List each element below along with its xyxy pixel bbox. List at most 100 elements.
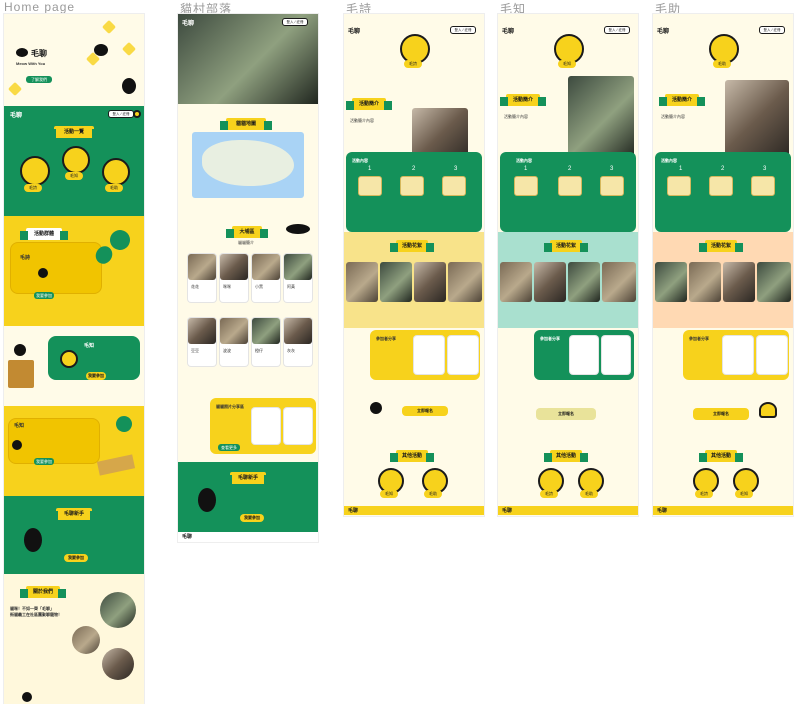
lucky-cat-illustration [198, 488, 216, 512]
cat-card[interactable]: 阿黃 [284, 254, 312, 302]
cat-illustration [14, 344, 26, 356]
box-illustration [8, 360, 34, 388]
step-number: 3 [610, 166, 614, 172]
cat-card[interactable]: 波波 [220, 318, 248, 366]
intro-badge-zhu[interactable] [102, 158, 130, 186]
home-newbie-section: 毛聊新手 我要參加 [4, 496, 144, 574]
step-number: 2 [721, 166, 725, 172]
signup-button[interactable]: 立即報名 [693, 408, 749, 420]
step-number: 1 [524, 166, 528, 172]
signup-button[interactable]: 立即報名 [402, 406, 448, 416]
intro-badge-zhi[interactable] [62, 146, 90, 174]
footer-logo[interactable]: 毛聊 [657, 507, 667, 514]
nav-logo[interactable]: 毛聊 [657, 26, 669, 35]
photo-share-panel: 貓貓照片分享區 查看更多 [210, 398, 316, 454]
login-button[interactable]: 登入 / 註冊 [282, 18, 308, 26]
cat-card[interactable]: 花花 [188, 254, 216, 302]
shi-join-button[interactable]: 我要參加 [34, 292, 54, 299]
footer: 毛聊 [344, 506, 484, 515]
nav-logo[interactable]: 毛聊 [182, 18, 194, 27]
gallery-photo [689, 262, 721, 302]
share-more-button[interactable]: 查看更多 [218, 444, 240, 451]
share-card[interactable] [602, 336, 630, 374]
home-frame: 毛聊 Meow With You 了解我們 毛聊 登入 / 註冊 活動一覽 毛詩… [4, 14, 144, 704]
footer-logo[interactable]: 毛聊 [348, 507, 358, 514]
hero-about-button[interactable]: 了解我們 [26, 76, 52, 83]
intro-badge-shi[interactable] [20, 156, 50, 186]
village-list-section: 大埔區 貓貓簡介 花花 咪咪 小黑 阿黃 豆豆 波波 橙仔 灰灰 [178, 210, 318, 386]
gallery-ribbon: 活動花絮 [390, 240, 434, 252]
cat-card[interactable]: 咪咪 [220, 254, 248, 302]
newbie-ribbon: 毛聊新手 [50, 508, 98, 520]
gallery-photo [568, 262, 600, 302]
home-zhi-section: 毛知 我要參加 [4, 326, 144, 406]
cat-illustration [122, 78, 136, 94]
cat-card[interactable]: 豆豆 [188, 318, 216, 366]
login-button[interactable]: 登入 / 註冊 [108, 110, 134, 118]
share-title: 參加者分享 [540, 336, 560, 341]
share-card[interactable] [723, 336, 753, 374]
menu-icon[interactable] [133, 110, 141, 118]
content-section: 活動內容 1 2 3 [346, 152, 482, 232]
share-title: 參加者分享 [376, 336, 396, 341]
hero-logo: 毛聊 [31, 49, 47, 58]
share-card[interactable] [757, 336, 787, 374]
logo-cat-icon [16, 48, 28, 57]
activity-ribbon: 活動群體 [20, 228, 68, 240]
gallery-section: 活動花絮 [344, 232, 484, 328]
about-photo [568, 76, 634, 158]
step-number: 3 [454, 166, 458, 172]
gallery-photo [380, 262, 412, 302]
share-card[interactable] [252, 408, 280, 444]
cat-card[interactable]: 灰灰 [284, 318, 312, 366]
content-section: 活動內容 1 2 3 [655, 152, 791, 232]
about-heading-1: 貓咪！不如一齊「毛聊」 [10, 606, 54, 611]
home-hero: 毛聊 Meow With You 了解我們 [4, 14, 144, 106]
login-button[interactable]: 登入 / 註冊 [604, 26, 630, 34]
home-zhu-section: 毛知 我要參加 [4, 406, 144, 496]
other-ribbon: 其他活動 [699, 450, 743, 462]
newbie-join-button[interactable]: 我要參加 [64, 554, 88, 562]
maozhi-frame: 毛聊 登入 / 註冊 毛知 活動簡介 活動簡介內容 活動內容 1 2 3 活動花… [498, 14, 638, 516]
share-card[interactable] [284, 408, 312, 444]
footer-logo[interactable]: 毛聊 [182, 533, 192, 540]
other-label: 毛知 [380, 490, 398, 498]
content-title: 活動內容 [516, 158, 532, 163]
footer: 毛聊 [498, 506, 638, 515]
zhi-join-button[interactable]: 我要參加 [86, 372, 106, 380]
cat-map[interactable] [192, 132, 304, 198]
step-illustration [558, 176, 582, 196]
frame-label-home: Home page [4, 0, 76, 14]
login-button[interactable]: 登入 / 註冊 [450, 26, 476, 34]
footer: 毛聊 [653, 506, 793, 515]
zhi-title: 毛知 [84, 343, 95, 349]
cat-illustration [370, 402, 382, 414]
wood-illustration [96, 454, 136, 476]
step-number: 1 [368, 166, 372, 172]
footer-logo[interactable]: 毛聊 [502, 507, 512, 514]
zhu-join-button[interactable]: 我要參加 [34, 458, 54, 465]
newbie-join-button[interactable]: 我要參加 [240, 514, 264, 522]
map-land [202, 140, 294, 186]
nav-logo[interactable]: 毛聊 [348, 26, 360, 35]
step-illustration [600, 176, 624, 196]
maozhu-badge: 毛助 [713, 60, 731, 68]
nav-logo[interactable]: 毛聊 [502, 26, 514, 35]
share-title: 參加者分享 [689, 336, 709, 341]
gallery-photo [414, 262, 446, 302]
cat-card[interactable]: 小黑 [252, 254, 280, 302]
about-photo [725, 80, 789, 158]
share-card[interactable] [414, 336, 444, 374]
gallery-photo [655, 262, 687, 302]
share-card[interactable] [570, 336, 598, 374]
signup-button[interactable]: 立即報名 [536, 408, 596, 420]
other-label: 毛詩 [540, 490, 558, 498]
content-section: 活動內容 1 2 3 [500, 152, 636, 232]
cat-card[interactable]: 橙仔 [252, 318, 280, 366]
home-intro-section: 毛聊 登入 / 註冊 活動一覽 毛詩 毛知 毛助 [4, 106, 144, 216]
nav-logo[interactable]: 毛聊 [10, 110, 22, 119]
login-button[interactable]: 登入 / 註冊 [759, 26, 785, 34]
share-panel: 參加者分享 [534, 330, 634, 380]
share-card[interactable] [448, 336, 478, 374]
gallery-photo [602, 262, 636, 302]
